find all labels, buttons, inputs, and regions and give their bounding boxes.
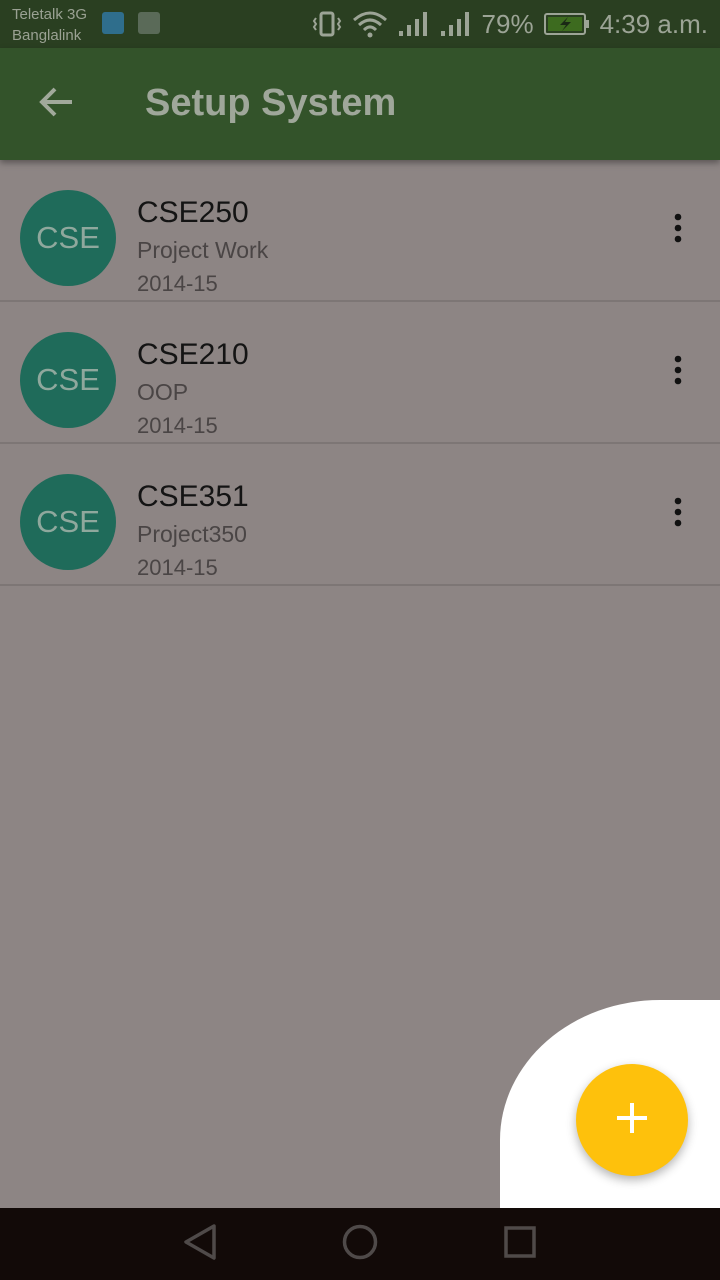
clock: 4:39 a.m. xyxy=(599,8,708,39)
more-options-button[interactable] xyxy=(664,210,692,250)
course-name: Project Work xyxy=(137,237,269,263)
nav-back-icon xyxy=(182,1223,218,1266)
app-bar: Setup System xyxy=(0,48,720,160)
page-title: Setup System xyxy=(145,82,397,124)
back-button[interactable] xyxy=(30,78,82,130)
more-vert-icon xyxy=(673,213,683,248)
nav-home-icon xyxy=(341,1223,379,1266)
wifi-icon xyxy=(352,10,388,38)
battery-percent: 79% xyxy=(481,8,534,39)
add-course-button[interactable] xyxy=(576,1064,688,1176)
signal-icon xyxy=(398,11,430,37)
nav-home-button[interactable] xyxy=(338,1222,382,1266)
vibrate-icon xyxy=(312,10,342,38)
navigation-bar xyxy=(0,1208,720,1280)
course-name: OOP xyxy=(137,379,189,405)
signal-icon xyxy=(440,11,472,37)
carrier-info: Teletalk 3G Banglalink xyxy=(12,4,87,46)
image-icon xyxy=(138,12,160,34)
more-vert-icon xyxy=(673,497,683,532)
nav-recents-button[interactable] xyxy=(498,1222,542,1266)
list-item[interactable]: CSE CSE250 Project Work 2014-15 xyxy=(0,160,720,302)
carrier-2: Banglalink xyxy=(12,27,82,44)
usb-icon xyxy=(102,12,124,34)
list-item[interactable]: CSE CSE351 Project350 2014-15 xyxy=(0,444,720,586)
avatar: CSE xyxy=(20,332,116,428)
course-code: CSE210 xyxy=(137,338,249,371)
arrow-back-icon xyxy=(38,86,74,123)
more-options-button[interactable] xyxy=(664,494,692,534)
more-vert-icon xyxy=(673,355,683,390)
course-list: CSE CSE250 Project Work 2014-15 CSE CSE2… xyxy=(0,160,720,586)
course-name: Project350 xyxy=(137,521,247,547)
more-options-button[interactable] xyxy=(664,352,692,392)
nav-recents-icon xyxy=(502,1224,538,1265)
status-icons: 79% 4:39 a.m. xyxy=(312,8,708,40)
list-item[interactable]: CSE CSE210 OOP 2014-15 xyxy=(0,302,720,444)
battery-charging-icon xyxy=(543,11,590,37)
course-year: 2014-15 xyxy=(137,555,218,580)
course-code: CSE250 xyxy=(137,196,249,229)
plus-icon xyxy=(615,1101,649,1140)
course-code: CSE351 xyxy=(137,480,249,513)
carrier-1: Teletalk 3G xyxy=(12,6,88,23)
course-year: 2014-15 xyxy=(137,271,218,296)
avatar: CSE xyxy=(20,474,116,570)
course-year: 2014-15 xyxy=(137,413,218,438)
avatar: CSE xyxy=(20,190,116,286)
status-bar: Teletalk 3G Banglalink 79% 4:39 a.m. xyxy=(0,0,720,48)
nav-back-button[interactable] xyxy=(178,1222,222,1266)
screen: Teletalk 3G Banglalink 79% 4:39 a.m. Set… xyxy=(0,0,720,1280)
